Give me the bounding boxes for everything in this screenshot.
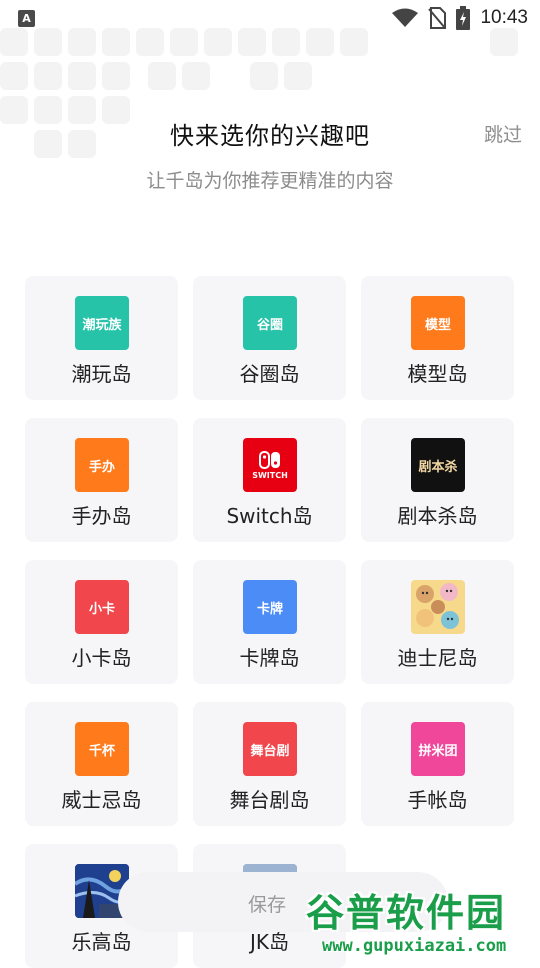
watermark-url: www.gupuxiazai.com <box>322 936 507 956</box>
status-time: 10:43 <box>480 7 528 28</box>
interest-card-moxing[interactable]: 模型 模型岛 <box>361 276 514 400</box>
interest-card-whisky[interactable]: 千杯 威士忌岛 <box>25 702 178 826</box>
logo-text: 模型 <box>424 317 451 333</box>
logo-text: 谷圈 <box>256 317 283 333</box>
interest-card-jubensha[interactable]: 剧本杀 剧本杀岛 <box>361 418 514 542</box>
interest-label: 手办岛 <box>71 504 132 528</box>
jubensha-logo-icon: 剧本杀 <box>411 438 465 492</box>
interest-label: 手帐岛 <box>407 788 468 812</box>
logo-text: 剧本杀 <box>418 459 458 475</box>
page-title: 快来选你的兴趣吧 <box>170 122 370 150</box>
interest-label: Switch岛 <box>226 504 313 528</box>
wifi-icon <box>392 8 419 27</box>
guquan-logo-icon: 谷圈 <box>243 296 297 350</box>
interest-label: 卡牌岛 <box>239 646 300 670</box>
switch-joycon-icon <box>259 450 280 469</box>
save-label: 保存 <box>248 894 287 916</box>
status-icons: 10:43 <box>392 6 528 30</box>
logo-text: SWITCH <box>252 470 288 480</box>
interest-card-stage[interactable]: 舞台剧 舞台剧岛 <box>193 702 346 826</box>
kapai-logo-icon: 卡牌 <box>243 580 297 634</box>
interest-grid: 潮玩族 潮玩岛 谷圈 谷圈岛 模型 模型岛 手办 手办岛 SWITCH Swit… <box>25 276 515 968</box>
interest-card-guquan[interactable]: 谷圈 谷圈岛 <box>193 276 346 400</box>
moxing-logo-icon: 模型 <box>411 296 465 350</box>
interest-label: 威士忌岛 <box>61 788 142 812</box>
interest-label: 小卡岛 <box>71 646 132 670</box>
interest-card-xiaoka[interactable]: 小卡 小卡岛 <box>25 560 178 684</box>
interest-card-shouban[interactable]: 手办 手办岛 <box>25 418 178 542</box>
page-subtitle: 让千岛为你推荐更精准的内容 <box>146 170 394 192</box>
no-sim-icon <box>428 7 447 29</box>
logo-text: 手办 <box>88 459 115 475</box>
watermark: 谷普软件园 www.gupuxiazai.com <box>302 880 540 960</box>
disney-characters-image <box>411 580 465 634</box>
interest-label: 模型岛 <box>407 362 468 386</box>
interest-label: 迪士尼岛 <box>397 646 478 670</box>
shouban-logo-icon: 手办 <box>75 438 129 492</box>
logo-text: 卡牌 <box>256 601 283 617</box>
interest-label: 潮玩岛 <box>71 362 132 386</box>
interest-card-switch[interactable]: SWITCH Switch岛 <box>193 418 346 542</box>
logo-text: 潮玩族 <box>82 317 122 333</box>
battery-charging-icon <box>456 6 471 30</box>
interest-card-disney[interactable]: 迪士尼岛 <box>361 560 514 684</box>
logo-text: 舞台剧 <box>250 743 290 759</box>
status-bar: A 10:43 <box>0 0 540 36</box>
notification-a-icon: A <box>18 10 35 27</box>
logo-text: 小卡 <box>88 601 115 617</box>
xiaoka-logo-icon: 小卡 <box>75 580 129 634</box>
interest-card-kapai[interactable]: 卡牌 卡牌岛 <box>193 560 346 684</box>
stage-logo-icon: 舞台剧 <box>243 722 297 776</box>
interest-label: 谷圈岛 <box>239 362 300 386</box>
whisky-logo-icon: 千杯 <box>75 722 129 776</box>
interest-label: 剧本杀岛 <box>397 504 478 528</box>
logo-text: 拼米团 <box>418 743 458 759</box>
logo-text: 千杯 <box>88 743 115 759</box>
skip-button[interactable]: 跳过 <box>484 120 522 147</box>
watermark-text: 谷普软件园 <box>306 891 507 935</box>
interest-card-journal[interactable]: 拼米团 手帐岛 <box>361 702 514 826</box>
journal-logo-icon: 拼米团 <box>411 722 465 776</box>
switch-logo-icon: SWITCH <box>243 438 297 492</box>
interest-card-chaowan[interactable]: 潮玩族 潮玩岛 <box>25 276 178 400</box>
interest-label: 舞台剧岛 <box>229 788 310 812</box>
chaowan-logo-icon: 潮玩族 <box>75 296 129 350</box>
